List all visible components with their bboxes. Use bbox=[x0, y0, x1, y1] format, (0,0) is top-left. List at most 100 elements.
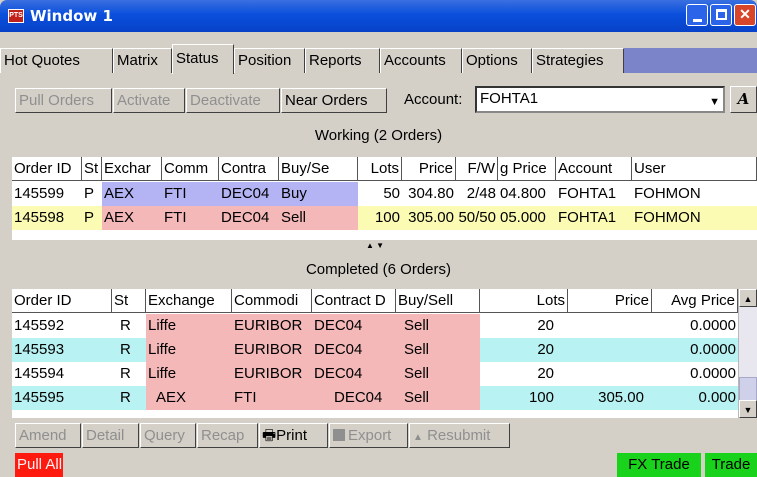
col-commodity[interactable]: Commodi bbox=[232, 289, 312, 313]
main-window: PTS Window 1 ✕ Hot Quotes Matrix Status … bbox=[0, 0, 757, 477]
avg-price-cell: 0.000 bbox=[698, 389, 736, 406]
tab-matrix[interactable]: Matrix bbox=[113, 48, 172, 73]
scroll-down-icon[interactable]: ▼ bbox=[739, 400, 757, 418]
scroll-thumb[interactable] bbox=[739, 377, 757, 402]
account-select[interactable]: FOHTA1 ▼ bbox=[475, 86, 725, 113]
buy-sell-cell: Sell bbox=[396, 386, 480, 410]
minimize-button[interactable] bbox=[686, 4, 708, 26]
exchange-cell: Liffe bbox=[146, 314, 232, 338]
col-order-id[interactable]: Order ID bbox=[12, 289, 112, 313]
trade-button[interactable]: Trade bbox=[705, 453, 757, 477]
col-price[interactable]: Price bbox=[402, 157, 456, 181]
status-cell: P bbox=[84, 209, 95, 226]
col-commodity[interactable]: Comm bbox=[162, 157, 219, 181]
amend-button[interactable]: Amend bbox=[15, 423, 81, 448]
col-contract[interactable]: Contract D bbox=[312, 289, 396, 313]
price-cell: 304.80 bbox=[408, 185, 454, 202]
completed-scrollbar[interactable]: ▲ ▼ bbox=[738, 289, 757, 418]
pull-orders-button[interactable]: Pull Orders bbox=[15, 88, 112, 113]
fw-cell: 2/48 bbox=[466, 185, 496, 202]
tab-options[interactable]: Options bbox=[462, 48, 532, 73]
col-status[interactable]: St bbox=[112, 289, 146, 313]
app-icon: PTS bbox=[8, 9, 24, 23]
completed-header-row: Order ID St Exchange Commodi Contract D … bbox=[12, 289, 738, 313]
account-cell: FOHTA1 bbox=[558, 185, 617, 202]
account-cell: FOHTA1 bbox=[558, 209, 617, 226]
col-fw[interactable]: F/W bbox=[456, 157, 498, 181]
activate-button[interactable]: Activate bbox=[113, 88, 185, 113]
print-button[interactable]: 🖶Print bbox=[259, 423, 328, 448]
avg-price-cell: 0.0000 bbox=[690, 365, 736, 382]
order-id-cell: 145593 bbox=[14, 341, 65, 358]
commodity-cell: FTI bbox=[232, 386, 312, 410]
col-buy-sell[interactable]: Buy/Se bbox=[279, 157, 358, 181]
avg-price-cell: 0.0000 bbox=[690, 341, 736, 358]
tab-accounts[interactable]: Accounts bbox=[380, 48, 462, 73]
resubmit-button[interactable]: ▲ Resubmit bbox=[409, 423, 510, 448]
working-row[interactable]: 145599 P AEX FTI DEC04 Buy 50 304.80 2/4… bbox=[12, 182, 757, 206]
fx-trade-button[interactable]: FX Trade bbox=[617, 453, 701, 477]
pull-all-button[interactable]: Pull All bbox=[15, 453, 63, 477]
italic-a-button[interactable]: A bbox=[730, 86, 757, 113]
title-bar[interactable]: PTS Window 1 ✕ bbox=[0, 0, 757, 32]
tab-reports[interactable]: Reports bbox=[305, 48, 380, 73]
status-cell: R bbox=[120, 341, 131, 358]
buy-sell-cell: Sell bbox=[396, 338, 480, 362]
price-cell bbox=[568, 338, 652, 362]
chevron-down-icon[interactable]: ▼ bbox=[709, 91, 720, 113]
exchange-cell: AEX bbox=[102, 182, 162, 206]
contract-cell: DEC04 bbox=[312, 386, 396, 410]
window-title: Window 1 bbox=[30, 7, 113, 25]
tab-position[interactable]: Position bbox=[234, 48, 305, 73]
lots-cell: 20 bbox=[537, 317, 554, 334]
completed-row[interactable]: 145595 R AEX FTI DEC04 Sell 100 305.00 0… bbox=[12, 386, 738, 410]
maximize-button[interactable] bbox=[710, 4, 732, 26]
col-account[interactable]: Account bbox=[556, 157, 632, 181]
col-price[interactable]: Price bbox=[568, 289, 652, 313]
completed-row[interactable]: 145594 R Liffe EURIBOR DEC04 Sell 20 0.0… bbox=[12, 362, 738, 386]
tab-strategies[interactable]: Strategies bbox=[532, 48, 624, 73]
tab-hot-quotes[interactable]: Hot Quotes bbox=[0, 48, 113, 73]
maximize-icon bbox=[715, 9, 727, 20]
lots-cell: 100 bbox=[528, 389, 554, 406]
status-cell: R bbox=[120, 317, 131, 334]
print-label: Print bbox=[276, 427, 308, 444]
completed-title: Completed (6 Orders) bbox=[305, 261, 452, 278]
near-orders-button[interactable]: Near Orders bbox=[281, 88, 387, 113]
col-exchange[interactable]: Exchange bbox=[146, 289, 232, 313]
commodity-cell: FTI bbox=[162, 182, 219, 206]
completed-grid: Order ID St Exchange Commodi Contract D … bbox=[12, 289, 738, 418]
col-contract[interactable]: Contra bbox=[219, 157, 279, 181]
query-button[interactable]: Query bbox=[140, 423, 196, 448]
exchange-cell: AEX bbox=[102, 206, 162, 230]
export-button[interactable]: Export bbox=[329, 423, 408, 448]
scroll-up-icon[interactable]: ▲ bbox=[739, 289, 757, 307]
recap-button[interactable]: Recap bbox=[197, 423, 258, 448]
col-exchange[interactable]: Exchar bbox=[102, 157, 162, 181]
col-status[interactable]: St bbox=[82, 157, 102, 181]
completed-row[interactable]: 145593 R Liffe EURIBOR DEC04 Sell 20 0.0… bbox=[12, 338, 738, 362]
col-avg-price[interactable]: g Price bbox=[498, 157, 556, 181]
working-row[interactable]: 145598 P AEX FTI DEC04 Sell 100 305.00 5… bbox=[12, 206, 757, 230]
export-icon bbox=[333, 429, 345, 441]
user-cell: FOHMON bbox=[634, 209, 701, 226]
deactivate-button[interactable]: Deactivate bbox=[186, 88, 280, 113]
order-id-cell: 145599 bbox=[14, 185, 65, 202]
col-buy-sell[interactable]: Buy/Sell bbox=[396, 289, 480, 313]
avg-price-cell: 04.800 bbox=[500, 185, 546, 202]
minimize-icon bbox=[692, 10, 702, 22]
detail-button[interactable]: Detail bbox=[82, 423, 139, 448]
splitter-arrows-icon[interactable]: ▲ ▼ bbox=[366, 241, 384, 250]
col-lots[interactable]: Lots bbox=[358, 157, 402, 181]
completed-row[interactable]: 145592 R Liffe EURIBOR DEC04 Sell 20 0.0… bbox=[12, 314, 738, 338]
export-label: Export bbox=[348, 427, 392, 444]
col-lots[interactable]: Lots bbox=[480, 289, 568, 313]
col-order-id[interactable]: Order ID bbox=[12, 157, 82, 181]
avg-price-cell: 05.000 bbox=[500, 209, 546, 226]
col-avg-price[interactable]: Avg Price bbox=[652, 289, 738, 313]
triangle-up-icon: ▲ bbox=[413, 432, 423, 443]
close-button[interactable]: ✕ bbox=[734, 4, 756, 26]
status-cell: P bbox=[84, 185, 95, 202]
tab-status[interactable]: Status bbox=[172, 44, 234, 74]
col-user[interactable]: User bbox=[632, 157, 757, 181]
